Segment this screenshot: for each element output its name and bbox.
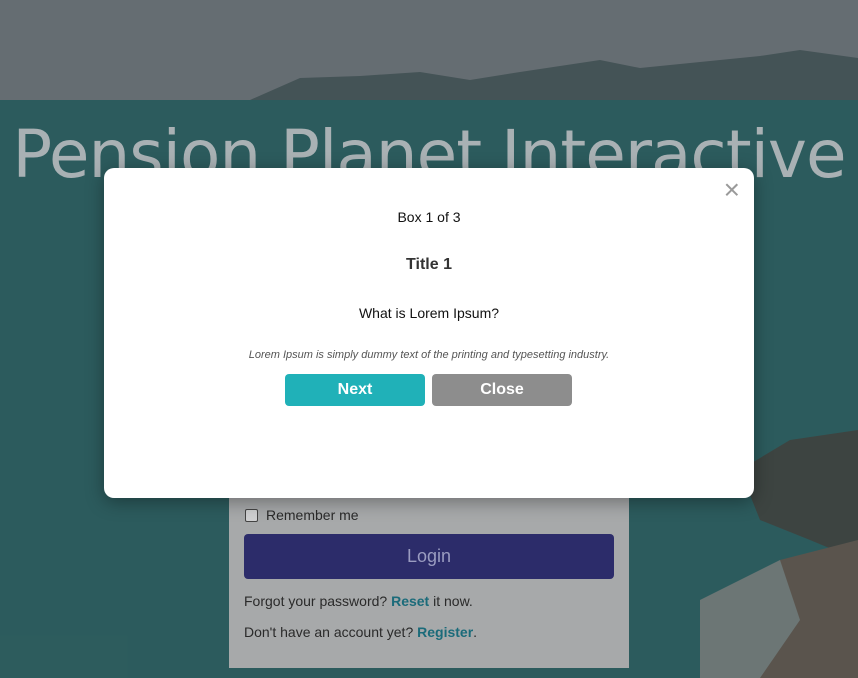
step-counter: Box 1 of 3 [397, 209, 461, 225]
forgot-password-line: Forgot your password? Reset it now. [244, 593, 473, 609]
remember-me-row[interactable]: Remember me [245, 507, 359, 523]
modal-button-row: Next Close [285, 374, 572, 406]
modal-question: What is Lorem Ipsum? [358, 305, 500, 321]
login-button[interactable]: Login [244, 534, 614, 579]
remember-me-checkbox[interactable] [245, 508, 258, 522]
forgot-password-suffix: it now. [429, 593, 473, 609]
register-text: Don't have an account yet? [244, 624, 414, 640]
remember-me-label: Remember me [266, 507, 359, 523]
tour-modal: × Box 1 of 3 Title 1 What is Lorem Ipsum… [104, 168, 754, 498]
reset-link[interactable]: Reset [391, 593, 429, 609]
modal-body-text: Lorem Ipsum is simply dummy text of the … [248, 349, 610, 361]
register-link[interactable]: Register [417, 624, 473, 640]
modal-title: Title 1 [406, 256, 452, 273]
close-icon[interactable]: × [724, 176, 740, 204]
login-card: Remember me Login Forgot your password? … [229, 480, 629, 668]
register-suffix: . [473, 624, 478, 640]
register-line: Don't have an account yet? Register. [244, 624, 477, 640]
forgot-password-text: Forgot your password? [244, 593, 388, 609]
page: Pension Planet Interactive Remember me L… [0, 0, 858, 678]
close-button[interactable]: Close [432, 374, 572, 406]
next-button[interactable]: Next [285, 374, 425, 406]
